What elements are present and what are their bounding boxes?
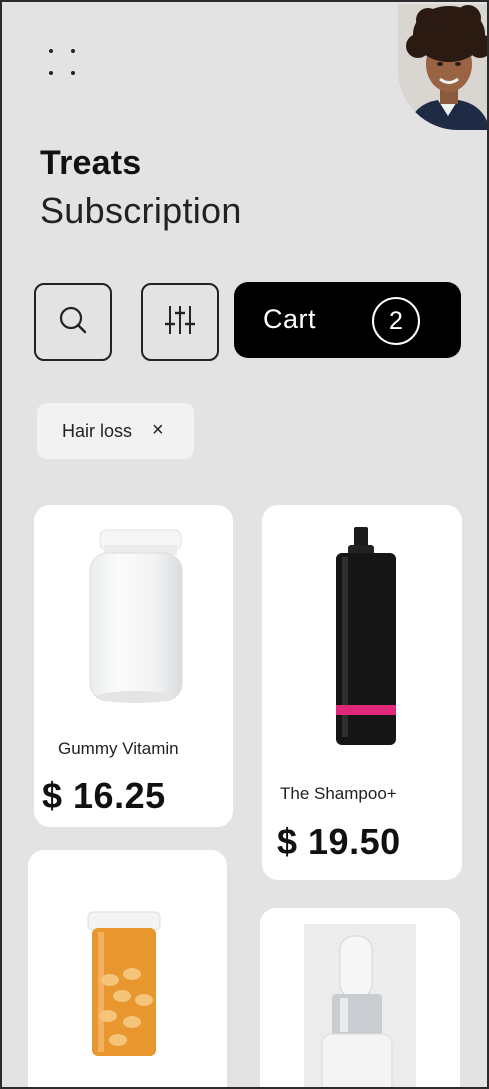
filter-chip-hair-loss[interactable]: Hair loss × — [37, 403, 194, 459]
avatar[interactable] — [398, 4, 487, 130]
product-name: Gummy Vitamin — [58, 739, 179, 758]
chip-label: Hair loss — [62, 421, 133, 441]
cart-count-badge: 2 — [372, 297, 420, 345]
product-card-gummy-vitamin[interactable]: Gummy Vitamin $ 16.25 — [34, 505, 233, 827]
cart-label: Cart — [263, 304, 317, 334]
search-icon — [56, 303, 90, 342]
product-card-shampoo[interactable]: The Shampoo+ $ 19.50 — [262, 505, 462, 880]
product-name: The Shampoo+ — [280, 784, 397, 803]
product-card-dropper-bottle[interactable] — [260, 908, 460, 1087]
product-card-pill-bottle[interactable] — [28, 850, 227, 1087]
cart-button[interactable]: Cart 2 — [234, 282, 461, 358]
dots-grid-icon[interactable] — [42, 42, 82, 82]
app-screen: Treats Subscription Cart 2 Hair loss × G… — [0, 0, 489, 1089]
search-button[interactable] — [34, 283, 112, 361]
page-title: Treats — [40, 144, 142, 182]
product-price: $ 19.50 — [277, 821, 401, 862]
close-icon[interactable]: × — [152, 419, 164, 442]
page-subtitle: Subscription — [40, 190, 242, 231]
product-price: $ 16.25 — [42, 775, 166, 816]
filter-button[interactable] — [141, 283, 219, 361]
sliders-icon — [162, 302, 198, 343]
